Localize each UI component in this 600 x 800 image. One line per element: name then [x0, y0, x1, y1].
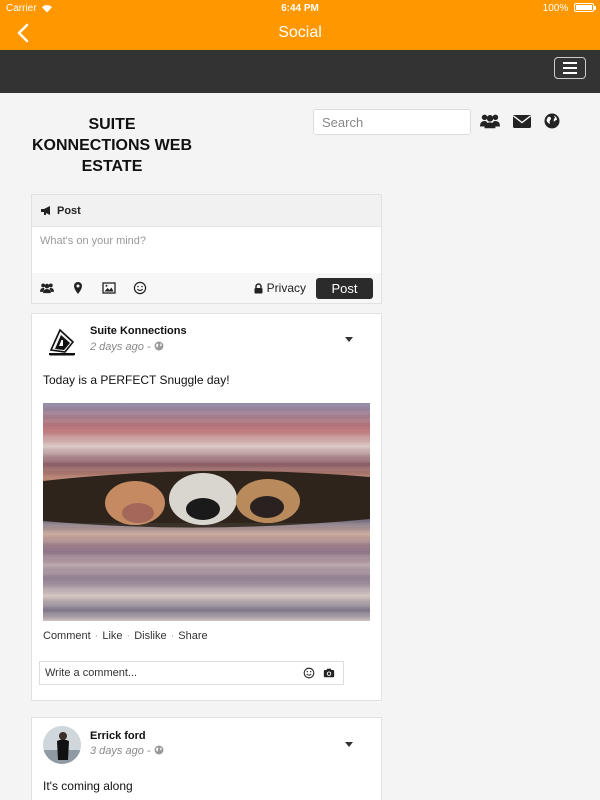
carrier-label: Carrier — [6, 2, 37, 14]
friends-icon[interactable] — [480, 112, 500, 130]
wifi-icon — [41, 4, 52, 12]
emoji-icon[interactable] — [303, 667, 315, 679]
composer-toolbar: Privacy Post — [32, 273, 381, 303]
post-card: Errick ford 3 days ago - It's coming alo… — [31, 717, 382, 800]
public-globe-icon — [154, 341, 164, 351]
post-options-caret-icon[interactable] — [345, 337, 353, 342]
errick-ford-avatar — [43, 726, 81, 764]
post-text: It's coming along — [43, 779, 133, 793]
post-options-caret-icon[interactable] — [345, 742, 353, 747]
action-separator: · — [126, 630, 131, 642]
post-author[interactable]: Suite Konnections — [90, 325, 187, 337]
hamburger-line — [563, 67, 577, 69]
nav-title: Social — [278, 24, 322, 41]
post-button[interactable]: Post — [316, 277, 373, 299]
status-bar: Carrier 6:44 PM 100% — [0, 0, 600, 16]
public-globe-icon — [154, 745, 164, 755]
map-marker-icon[interactable] — [71, 281, 85, 295]
comment-link[interactable]: Comment — [43, 630, 91, 642]
status-textarea[interactable] — [32, 227, 381, 273]
battery-percent: 100% — [542, 2, 569, 14]
avatar[interactable] — [43, 322, 81, 360]
comment-input[interactable] — [45, 667, 303, 679]
camera-icon[interactable] — [323, 667, 335, 679]
search-input[interactable] — [313, 109, 471, 135]
battery-icon — [574, 3, 596, 13]
post-actions: Comment · Like · Dislike · Share — [43, 630, 208, 642]
comment-box — [39, 661, 344, 685]
smile-icon[interactable] — [133, 281, 147, 295]
composer-tab-label: Post — [57, 204, 81, 217]
site-title: SUITE KONNECTIONS WEB ESTATE — [32, 116, 192, 175]
post-photo-dogs-under-blanket[interactable] — [43, 403, 370, 621]
post-author[interactable]: Errick ford — [90, 730, 146, 742]
composer-tab-post[interactable]: Post — [32, 195, 381, 227]
dislike-link[interactable]: Dislike — [134, 630, 166, 642]
privacy-label: Privacy — [266, 281, 306, 295]
globe-icon[interactable] — [542, 112, 562, 130]
carrier-signal: Carrier — [6, 3, 53, 14]
status-time: 6:44 PM — [281, 2, 319, 14]
megaphone-icon — [41, 206, 50, 215]
lock-icon — [254, 282, 263, 293]
action-separator: · — [94, 630, 99, 642]
battery-status: 100% — [542, 2, 596, 14]
share-link[interactable]: Share — [178, 630, 207, 642]
like-link[interactable]: Like — [102, 630, 122, 642]
hamburger-line — [563, 72, 577, 74]
nav-header: Social — [0, 16, 600, 50]
hamburger-line — [563, 62, 577, 64]
tag-friends-icon[interactable] — [40, 281, 54, 295]
post-composer: Post Privacy Post — [31, 194, 382, 304]
post-time-text: 2 days ago - — [90, 341, 154, 353]
post-timestamp: 2 days ago - — [90, 341, 164, 353]
avatar[interactable] — [43, 726, 81, 764]
image-icon[interactable] — [102, 281, 116, 295]
action-separator: · — [170, 630, 175, 642]
post-timestamp: 3 days ago - — [90, 745, 164, 757]
post-time-text: 3 days ago - — [90, 745, 154, 757]
privacy-toggle[interactable]: Privacy — [254, 281, 306, 295]
envelope-icon[interactable] — [512, 112, 532, 130]
menu-bar — [0, 50, 600, 93]
post-card: Suite Konnections 2 days ago - Today is … — [31, 313, 382, 701]
hamburger-menu-button[interactable] — [554, 57, 586, 79]
suite-konnections-logo — [43, 322, 81, 360]
post-text: Today is a PERFECT Snuggle day! — [43, 373, 230, 387]
